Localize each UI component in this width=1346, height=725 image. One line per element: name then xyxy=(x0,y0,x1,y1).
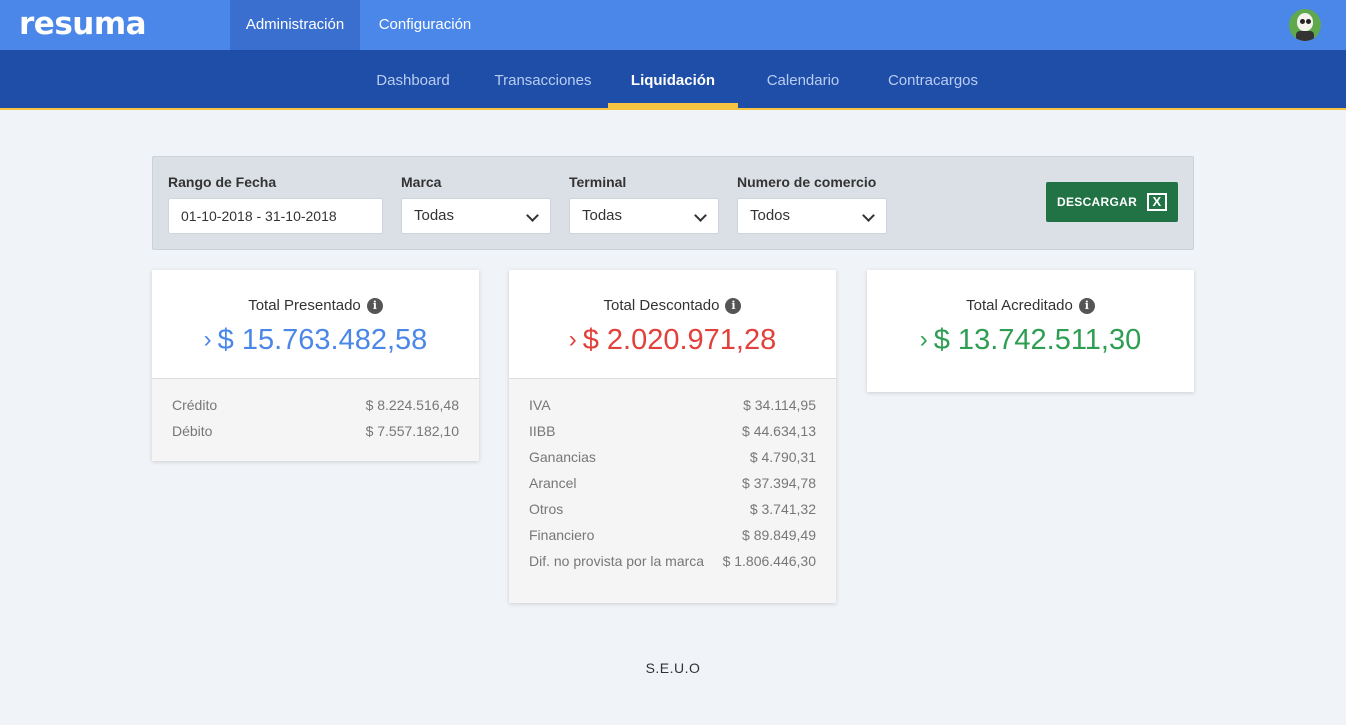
chevron-right-icon[interactable]: › xyxy=(920,326,928,353)
breakdown-value: $ 89.849,49 xyxy=(742,527,816,543)
brand-select[interactable]: Todas xyxy=(401,198,551,234)
breakdown-label: IVA xyxy=(529,397,551,413)
merchant-number-select-value: Todos xyxy=(750,207,791,224)
info-icon[interactable]: i xyxy=(1078,298,1095,314)
breakdown-row: Otros $ 3.741,32 xyxy=(529,501,816,527)
total-descontado-amount: $ 2.020.971,28 xyxy=(582,324,777,356)
chevron-down-icon xyxy=(862,209,875,222)
chevron-right-icon[interactable]: › xyxy=(569,326,577,353)
tab-calendario[interactable]: Calendario xyxy=(738,50,868,110)
avatar-eye-left xyxy=(1300,19,1305,24)
breakdown-label: IIBB xyxy=(529,423,556,439)
breakdown-row: Crédito $ 8.224.516,48 xyxy=(172,397,459,423)
card-header: Total Presentado i › $ 15.763.482,58 xyxy=(152,270,479,378)
breakdown-row: IIBB $ 44.634,13 xyxy=(529,423,816,449)
card-breakdown: Crédito $ 8.224.516,48 Débito $ 7.557.18… xyxy=(152,378,479,461)
user-avatar[interactable] xyxy=(1289,9,1321,41)
breakdown-row: Débito $ 7.557.182,10 xyxy=(172,423,459,449)
card-amount: › $ 2.020.971,28 xyxy=(509,324,836,357)
breakdown-value: $ 1.806.446,30 xyxy=(722,553,816,569)
breakdown-label: Dif. no provista por la marca xyxy=(529,553,705,569)
card-amount: › $ 13.742.511,30 xyxy=(867,324,1194,357)
tab-liquidacion[interactable]: Liquidación xyxy=(608,50,738,110)
breakdown-value: $ 4.790,31 xyxy=(749,449,816,465)
avatar-body xyxy=(1296,31,1314,41)
filter-panel: Rango de Fecha 01-10-2018 - 31-10-2018 M… xyxy=(152,156,1194,250)
card-title-text: Total Presentado xyxy=(248,297,361,314)
date-range-label: Rango de Fecha xyxy=(168,174,277,190)
breakdown-row: Ganancias $ 4.790,31 xyxy=(529,449,816,475)
brand-select-value: Todas xyxy=(414,207,455,224)
terminal-select[interactable]: Todas xyxy=(569,198,719,234)
breakdown-value: $ 8.224.516,48 xyxy=(365,397,459,413)
topnav-administracion[interactable]: Administración xyxy=(230,0,360,50)
breakdown-label: Ganancias xyxy=(529,449,596,465)
terminal-label: Terminal xyxy=(569,174,627,190)
card-header: Total Descontado i › $ 2.020.971,28 xyxy=(509,270,836,378)
breakdown-label: Arancel xyxy=(529,475,577,491)
breakdown-row: Financiero $ 89.849,49 xyxy=(529,527,816,553)
merchant-number-label: Numero de comercio xyxy=(737,174,877,190)
card-header: Total Acreditado i › $ 13.742.511,30 xyxy=(867,270,1194,392)
breakdown-label: Otros xyxy=(529,501,564,517)
card-title-text: Total Descontado xyxy=(603,297,720,314)
top-bar: resuma Administración Configuración xyxy=(0,0,1346,50)
breakdown-row: Dif. no provista por la marca $ 1.806.44… xyxy=(529,553,816,579)
topnav-configuracion[interactable]: Configuración xyxy=(360,0,490,50)
download-button-label: DESCARGAR xyxy=(1057,195,1138,209)
chevron-down-icon xyxy=(694,209,707,222)
brand-label: Marca xyxy=(401,174,442,190)
tab-dashboard[interactable]: Dashboard xyxy=(348,50,478,110)
merchant-number-select[interactable]: Todos xyxy=(737,198,887,234)
excel-icon: X xyxy=(1147,193,1167,211)
tab-transacciones[interactable]: Transacciones xyxy=(478,50,608,110)
active-tab-indicator xyxy=(608,103,738,108)
card-title: Total Acreditado i xyxy=(867,297,1194,314)
total-acreditado-amount: $ 13.742.511,30 xyxy=(933,324,1142,356)
breakdown-row: Arancel $ 37.394,78 xyxy=(529,475,816,501)
card-title-text: Total Acreditado xyxy=(966,297,1073,314)
download-button[interactable]: DESCARGAR X xyxy=(1046,182,1178,222)
total-descontado-card: Total Descontado i › $ 2.020.971,28 IVA $ … xyxy=(509,270,836,603)
footer-disclaimer: S.E.U.O xyxy=(645,660,701,676)
breakdown-label: Financiero xyxy=(529,527,595,543)
app-logo[interactable]: resuma xyxy=(19,6,147,42)
total-acreditado-card: Total Acreditado i › $ 13.742.511,30 xyxy=(867,270,1194,392)
breakdown-value: $ 3.741,32 xyxy=(749,501,816,517)
total-presentado-card: Total Presentado i › $ 15.763.482,58 Crédi… xyxy=(152,270,479,461)
avatar-eye-right xyxy=(1306,19,1311,24)
section-tabs: Dashboard Transacciones Liquidación Cale… xyxy=(0,50,1346,110)
breakdown-label: Crédito xyxy=(172,397,218,413)
chevron-right-icon[interactable]: › xyxy=(204,326,212,353)
breakdown-row: IVA $ 34.114,95 xyxy=(529,397,816,423)
breakdown-value: $ 44.634,13 xyxy=(742,423,816,439)
card-title: Total Presentado i xyxy=(152,297,479,314)
tab-contracargos[interactable]: Contracargos xyxy=(868,50,998,110)
card-title: Total Descontado i xyxy=(509,297,836,314)
breakdown-value: $ 34.114,95 xyxy=(743,397,816,413)
date-range-input[interactable]: 01-10-2018 - 31-10-2018 xyxy=(168,198,383,234)
card-breakdown: IVA $ 34.114,95 IIBB $ 44.634,13 Gananci… xyxy=(509,378,836,603)
breakdown-label: Débito xyxy=(172,423,213,439)
card-amount: › $ 15.763.482,58 xyxy=(152,324,479,357)
breakdown-value: $ 37.394,78 xyxy=(742,475,816,491)
terminal-select-value: Todas xyxy=(582,207,623,224)
info-icon[interactable]: i xyxy=(725,298,742,314)
chevron-down-icon xyxy=(526,209,539,222)
breakdown-value: $ 7.557.182,10 xyxy=(365,423,459,439)
total-presentado-amount: $ 15.763.482,58 xyxy=(217,324,428,356)
info-icon[interactable]: i xyxy=(366,298,383,314)
